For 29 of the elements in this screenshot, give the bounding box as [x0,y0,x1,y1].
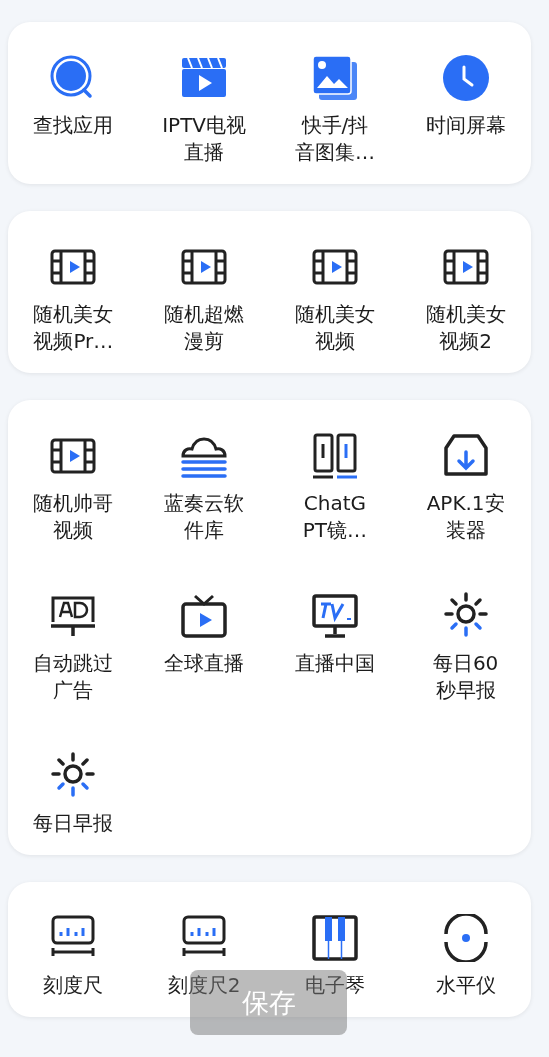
piano-icon [310,914,359,962]
shortcut-label[interactable]: 全球直播 [164,650,245,677]
shortcut-label[interactable]: 随机美女 视频 [294,301,375,355]
shortcut-label[interactable]: 每日60 秒早报 [432,650,499,704]
shortcut-label[interactable]: 随机帅哥 视频 [33,490,114,544]
shortcut-label[interactable]: 时间屏幕 [425,112,506,139]
sun-icon [49,752,98,800]
shortcut-label[interactable]: 随机美女 视频Pr… [33,301,114,355]
tv-icon [180,592,229,640]
shortcut-label[interactable]: 蓝奏云软 件库 [164,490,245,544]
shortcut-label[interactable]: APK.1安 装器 [426,490,505,544]
shortcut-label[interactable]: 随机美女 视频2 [425,301,506,355]
level-icon [441,914,490,962]
sun-icon [441,592,490,640]
monitor-icon [310,592,359,640]
clock-icon [441,54,490,102]
gallery-icon [310,54,359,102]
shortcut-label[interactable]: 刻度尺 [43,972,104,999]
shortcut-label[interactable]: 自动跳过 广告 [33,650,114,704]
shortcut-label[interactable]: 电子琴 [304,972,365,999]
book-icon [310,432,359,480]
shortcut-label[interactable]: IPTV电视 直播 [162,112,247,166]
shortcut-label[interactable]: 每日早报 [33,810,114,837]
shortcut-label[interactable]: 查找应用 [33,112,114,139]
shortcut-label[interactable]: 直播中国 [294,650,375,677]
shortcut-label[interactable]: ChatG PT镜… [302,490,367,544]
shortcut-label[interactable]: 快手/抖 音图集… [294,112,375,166]
shortcut-label[interactable]: 水平仪 [435,972,496,999]
shortcut-label[interactable]: 随机超燃 漫剪 [164,301,245,355]
